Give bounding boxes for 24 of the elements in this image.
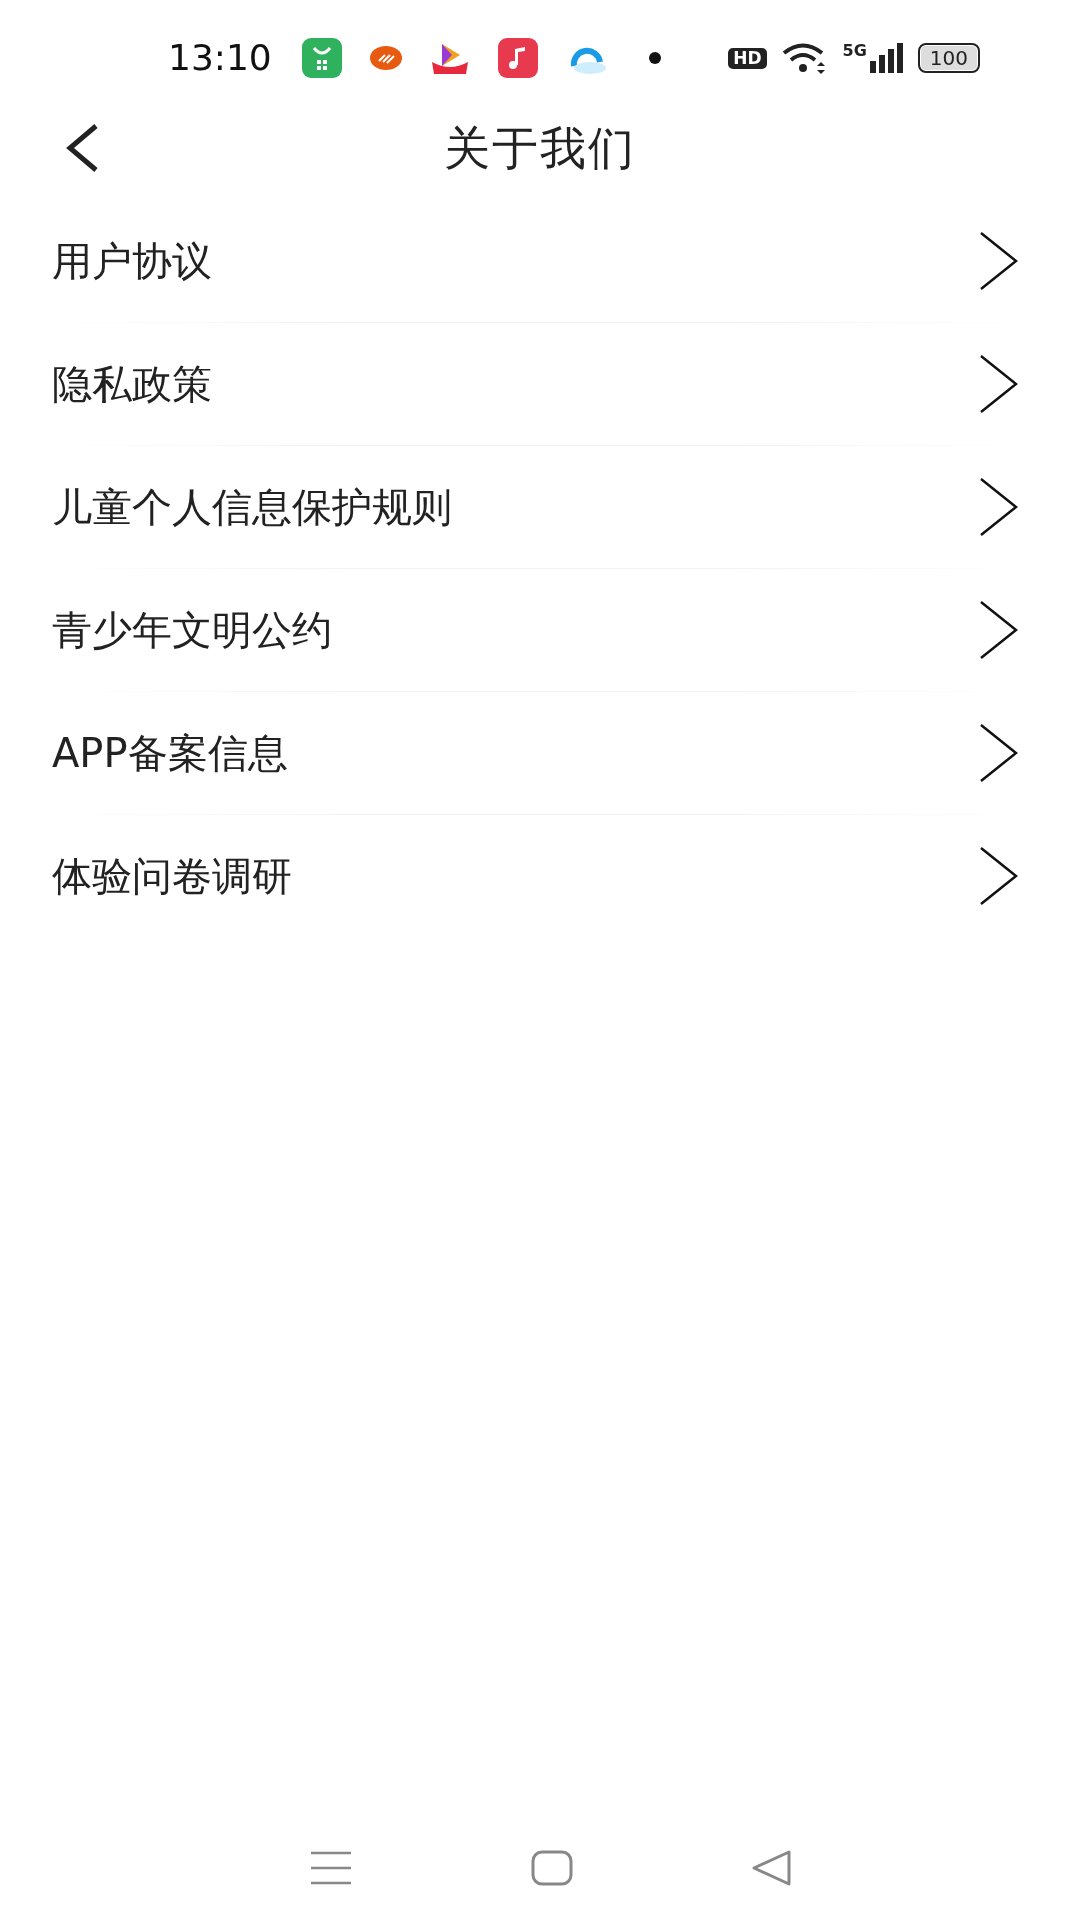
shopping-bag-icon [302, 38, 342, 78]
chevron-right-icon [978, 476, 1020, 538]
home-icon[interactable] [531, 1850, 573, 1886]
chevron-right-icon [978, 353, 1020, 415]
dot-icon [648, 51, 662, 65]
menu-item[interactable]: 青少年文明公约 [0, 569, 1080, 691]
menu-item[interactable]: 体验问卷调研 [0, 815, 1080, 937]
menu-item[interactable]: 隐私政策 [0, 323, 1080, 445]
network-type: 5G [842, 43, 867, 59]
app-icon [370, 45, 402, 71]
menu-item[interactable]: 用户协议 [0, 200, 1080, 322]
battery-indicator: 100 [917, 43, 980, 73]
hd-indicator: HD [728, 47, 767, 69]
menu-icon[interactable] [309, 1850, 353, 1886]
menu-item[interactable]: APP备案信息 [0, 692, 1080, 814]
chevron-right-icon [978, 230, 1020, 292]
chevron-right-icon [978, 845, 1020, 907]
status-time: 13:10 [168, 36, 273, 80]
page-title: 关于我们 [444, 119, 636, 177]
chevron-right-icon [978, 722, 1020, 784]
menu-item[interactable]: 儿童个人信息保护规则 [0, 446, 1080, 568]
signal-icon [869, 43, 904, 73]
chevron-right-icon [978, 599, 1020, 661]
music-note-icon [498, 38, 538, 78]
